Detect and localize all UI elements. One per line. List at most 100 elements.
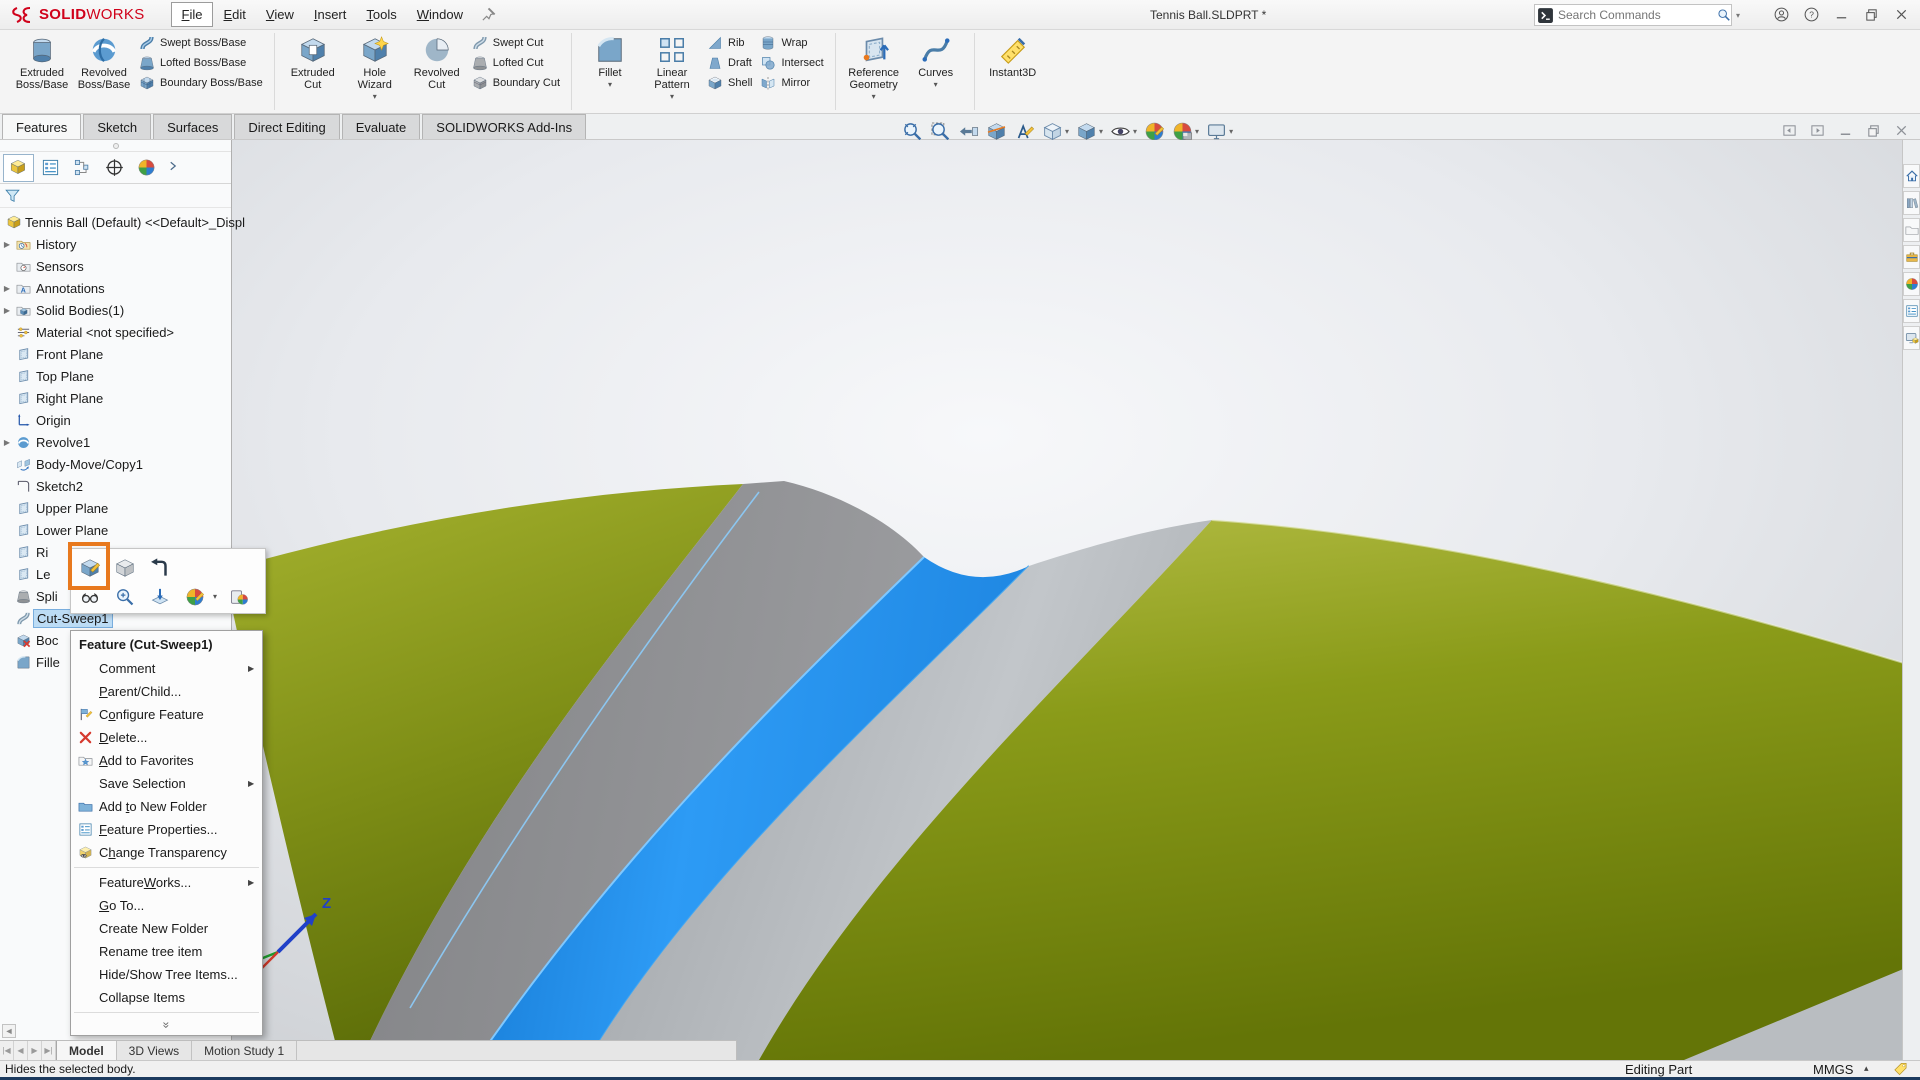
suppress-button[interactable]: [112, 555, 138, 581]
panel-tab-overflow-button[interactable]: [167, 160, 179, 175]
ribbon-button-swept-cut[interactable]: Swept Cut: [468, 33, 564, 53]
restore-button[interactable]: [1856, 2, 1886, 26]
search-commands-box[interactable]: ▾: [1534, 4, 1732, 26]
user-account-button[interactable]: [1766, 2, 1796, 26]
tab-scroll-next-button[interactable]: ▶: [28, 1041, 42, 1060]
ribbon-button-lofted-boss-base[interactable]: Lofted Boss/Base: [135, 53, 267, 73]
file-explorer-button[interactable]: [1903, 218, 1920, 242]
dropdown-arrow-icon[interactable]: ▾: [934, 80, 938, 89]
ribbon-button-instant3d[interactable]: Instant3D: [982, 33, 1044, 110]
expand-arrow-icon[interactable]: ▶: [0, 284, 14, 293]
tree-item-upper-plane[interactable]: Upper Plane: [0, 497, 231, 519]
ribbon-button-extruded-cut[interactable]: Extruded Cut: [282, 33, 344, 110]
minimize-doc-button[interactable]: [1834, 120, 1856, 140]
ribbon-button-linear-pattern[interactable]: Linear Pattern▾: [641, 33, 703, 110]
ribbon-button-hole-wizard[interactable]: Hole Wizard▾: [344, 33, 406, 110]
menu-item-rename-tree-item[interactable]: Rename tree item: [71, 940, 262, 963]
ribbon-button-lofted-cut[interactable]: Lofted Cut: [468, 53, 564, 73]
tree-item-material-not-specified-[interactable]: Material <not specified>: [0, 321, 231, 343]
ribbon-button-revolved-boss-base[interactable]: Revolved Boss/Base: [73, 33, 135, 110]
tree-item-front-plane[interactable]: Front Plane: [0, 343, 231, 365]
tree-item-top-plane[interactable]: Top Plane: [0, 365, 231, 387]
dropdown-arrow-icon[interactable]: ▾: [1065, 127, 1069, 136]
tab-evaluate[interactable]: Evaluate: [342, 114, 421, 139]
panel-tab-display-manager[interactable]: [131, 154, 162, 182]
menu-item-create-new-folder[interactable]: Create New Folder: [71, 917, 262, 940]
ribbon-button-swept-boss-base[interactable]: Swept Boss/Base: [135, 33, 267, 53]
panel-tab-feature-tree[interactable]: [3, 154, 34, 182]
search-input[interactable]: [1554, 8, 1717, 22]
close-button[interactable]: [1886, 2, 1916, 26]
ribbon-button-revolved-cut[interactable]: Revolved Cut: [406, 33, 468, 110]
menu-item-add-to-new-folder[interactable]: Add to New Folder: [71, 795, 262, 818]
menu-item-comment[interactable]: Comment▶: [71, 657, 262, 680]
expand-arrow-icon[interactable]: ▶: [0, 240, 14, 249]
menu-insert[interactable]: Insert: [304, 3, 357, 26]
expand-arrow-icon[interactable]: ▶: [0, 306, 14, 315]
tree-item-right-plane[interactable]: Right Plane: [0, 387, 231, 409]
custom-properties-button[interactable]: [1903, 299, 1920, 323]
menu-file[interactable]: File: [171, 2, 214, 27]
ribbon-button-boundary-boss-base[interactable]: Boundary Boss/Base: [135, 73, 267, 93]
dropdown-arrow-icon[interactable]: ▾: [373, 92, 377, 101]
menu-item-parent-child-[interactable]: Parent/Child...: [71, 680, 262, 703]
previous-window-button[interactable]: [1778, 120, 1800, 140]
menu-item-delete-[interactable]: Delete...: [71, 726, 262, 749]
tab-scroll-previous-button[interactable]: ◀: [14, 1041, 28, 1060]
tree-item-solid-bodies-1-[interactable]: ▶Solid Bodies(1): [0, 299, 231, 321]
menu-item-save-selection[interactable]: Save Selection▶: [71, 772, 262, 795]
tree-item-annotations[interactable]: ▶AAnnotations: [0, 277, 231, 299]
menu-edit[interactable]: Edit: [213, 3, 255, 26]
tab-direct-editing[interactable]: Direct Editing: [234, 114, 339, 139]
ribbon-button-fillet[interactable]: Fillet▾: [579, 33, 641, 110]
ribbon-button-shell[interactable]: Shell: [703, 73, 756, 93]
ribbon-button-mirror[interactable]: Mirror: [756, 73, 827, 93]
restore-doc-button[interactable]: [1862, 120, 1884, 140]
dropdown-arrow-icon[interactable]: ▾: [670, 92, 674, 101]
help-button[interactable]: ?: [1796, 2, 1826, 26]
tree-root-item[interactable]: Tennis Ball (Default) <<Default>_Displ: [0, 211, 231, 233]
expand-arrow-icon[interactable]: ▶: [0, 438, 14, 447]
appearances-scenes-button[interactable]: [1903, 272, 1920, 296]
ribbon-button-extruded-boss-base[interactable]: Extruded Boss/Base: [11, 33, 73, 110]
tree-scroll-left-button[interactable]: ◄: [2, 1024, 16, 1038]
tree-item-sensors[interactable]: Sensors: [0, 255, 231, 277]
paint-appearance-button[interactable]: [226, 584, 252, 610]
next-window-button[interactable]: [1806, 120, 1828, 140]
tab-scroll-first-button[interactable]: |◀: [0, 1041, 14, 1060]
panel-tab-configuration-manager[interactable]: [67, 154, 98, 182]
minimize-button[interactable]: [1826, 2, 1856, 26]
menu-expand-button[interactable]: »: [71, 1016, 262, 1034]
zoom-to-selection-button[interactable]: [112, 584, 138, 610]
tree-filter-row[interactable]: [0, 184, 231, 208]
tree-item-history[interactable]: ▶History: [0, 233, 231, 255]
model-tab-3d-views[interactable]: 3D Views: [117, 1041, 192, 1060]
dropdown-arrow-icon[interactable]: ▾: [1229, 127, 1233, 136]
close-doc-button[interactable]: [1890, 120, 1912, 140]
panel-tab-property-manager[interactable]: [35, 154, 66, 182]
menu-item-change-transparency[interactable]: Change Transparency: [71, 841, 262, 864]
panel-tab-dimxpert-manager[interactable]: [99, 154, 130, 182]
tab-features[interactable]: Features: [2, 114, 81, 139]
panel-collapse-handle[interactable]: [0, 140, 231, 152]
dropdown-arrow-icon[interactable]: ▾: [1099, 127, 1103, 136]
ribbon-button-curves[interactable]: Curves▾: [905, 33, 967, 110]
menu-window[interactable]: Window: [407, 3, 473, 26]
menu-item-configure-feature[interactable]: Configure Feature: [71, 703, 262, 726]
tree-item-body-move-copy1[interactable]: Body-Move/Copy1: [0, 453, 231, 475]
units-dropdown-icon[interactable]: ▴: [1864, 1063, 1869, 1074]
dropdown-arrow-icon[interactable]: ▾: [1195, 127, 1199, 136]
ribbon-button-intersect[interactable]: Intersect: [756, 53, 827, 73]
tab-scroll-last-button[interactable]: ▶|: [42, 1041, 56, 1060]
view-palette-button[interactable]: [1903, 245, 1920, 269]
menu-item-collapse-items[interactable]: Collapse Items: [71, 986, 262, 1009]
dropdown-arrow-icon[interactable]: ▾: [213, 592, 217, 601]
tab-surfaces[interactable]: Surfaces: [153, 114, 232, 139]
tree-item-revolve1[interactable]: ▶Revolve1: [0, 431, 231, 453]
menu-item-hide-show-tree-items-[interactable]: Hide/Show Tree Items...: [71, 963, 262, 986]
dropdown-arrow-icon[interactable]: ▾: [608, 80, 612, 89]
menu-item-featureworks-[interactable]: FeatureWorks...▶: [71, 871, 262, 894]
search-dropdown-icon[interactable]: ▾: [1731, 11, 1745, 20]
ribbon-button-rib[interactable]: Rib: [703, 33, 756, 53]
menu-item-go-to-[interactable]: Go To...: [71, 894, 262, 917]
